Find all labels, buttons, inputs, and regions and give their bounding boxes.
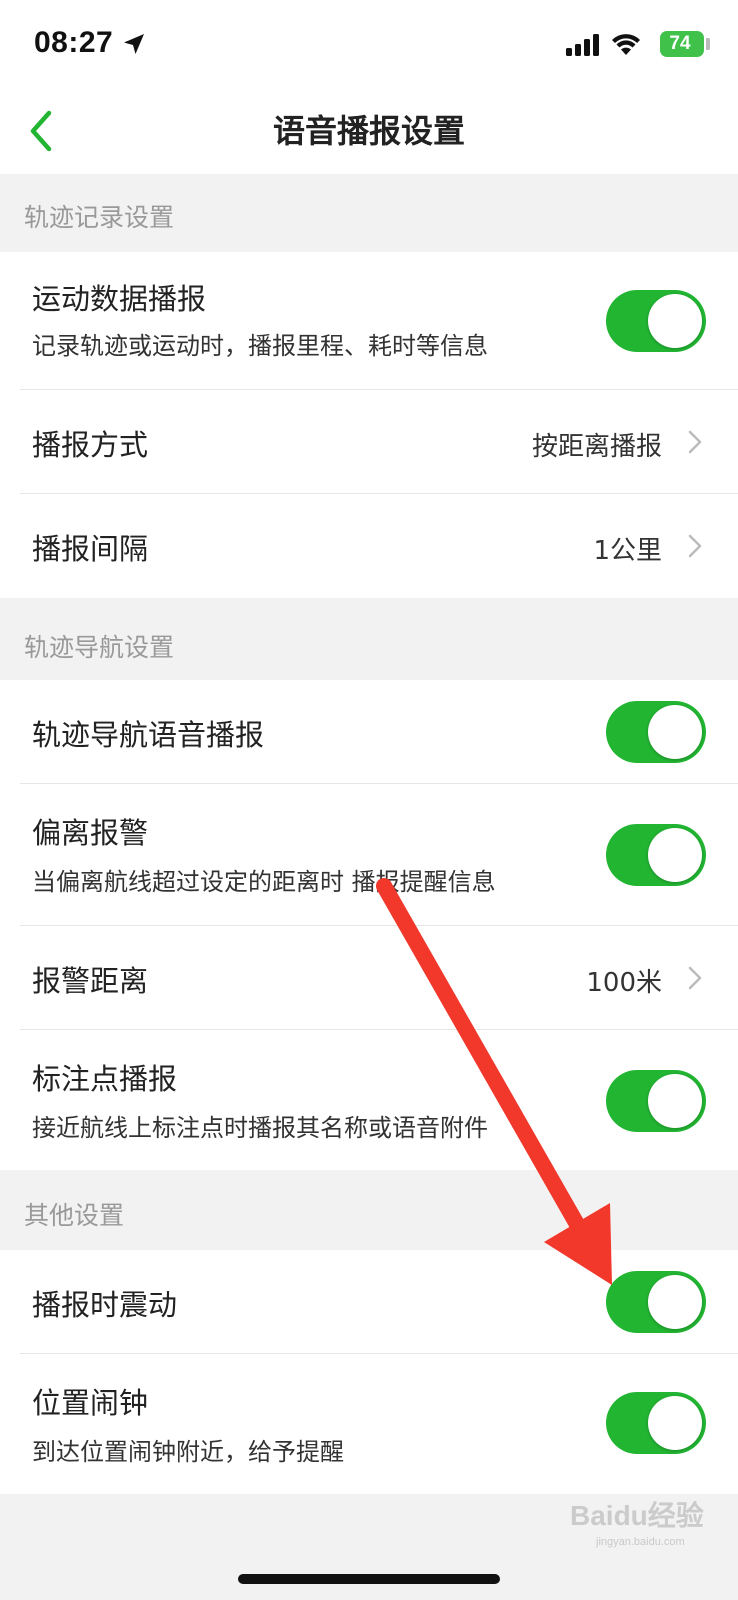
row-title: 位置闹钟 (32, 1386, 149, 1420)
row-subtitle: 接近航线上标注点时播报其名称或语音附件 (32, 1114, 488, 1142)
wifi-icon (612, 34, 640, 55)
toggle-knob (648, 705, 702, 759)
battery-indicator: 74 (660, 31, 704, 57)
battery-tip (706, 38, 710, 50)
section-header-track-navigation: 轨迹导航设置 (0, 598, 738, 680)
row-broadcast-mode[interactable]: 播报方式 按距离播报 (0, 390, 738, 494)
location-arrow-icon (124, 34, 144, 54)
page-title: 语音播报设置 (272, 112, 465, 150)
cellular-signal-icon (566, 34, 599, 56)
broadcast-interval-value: 1公里 (593, 536, 662, 566)
row-subtitle: 到达位置闹钟附近，给予提醒 (32, 1438, 344, 1466)
row-track-nav-voice[interactable]: 轨迹导航语音播报 (0, 680, 738, 784)
row-title: 报警距离 (32, 964, 149, 998)
broadcast-mode-value: 按距离播报 (531, 432, 662, 462)
section-header-track-record: 轨迹记录设置 (0, 174, 738, 252)
section-header-label: 轨迹记录设置 (24, 203, 175, 232)
row-title: 运动数据播报 (32, 282, 207, 316)
row-title: 偏离报警 (32, 816, 149, 850)
status-time: 08:27 (34, 26, 114, 59)
track-nav-voice-toggle[interactable] (606, 701, 706, 763)
toggle-knob (648, 1275, 702, 1329)
row-title: 轨迹导航语音播报 (32, 718, 265, 752)
baidu-watermark-url: jingyan.baidu.com (596, 1536, 685, 1548)
back-chevron-icon[interactable] (26, 108, 56, 154)
vibrate-on-broadcast-toggle[interactable] (606, 1271, 706, 1333)
row-subtitle: 记录轨迹或运动时，播报里程、耗时等信息 (32, 332, 488, 360)
marker-broadcast-toggle[interactable] (606, 1070, 706, 1132)
row-vibrate-on-broadcast[interactable]: 播报时震动 (0, 1250, 738, 1354)
battery-level: 74 (669, 33, 691, 54)
home-indicator[interactable] (238, 1574, 500, 1584)
row-deviation-alarm[interactable]: 偏离报警 当偏离航线超过设定的距离时 播报提醒信息 (0, 784, 738, 926)
chevron-right-icon (688, 430, 702, 454)
nav-bar: 语音播报设置 (0, 88, 738, 174)
row-title: 播报时震动 (32, 1288, 178, 1322)
section-header-label: 轨迹导航设置 (24, 633, 175, 662)
chevron-right-icon (688, 966, 702, 990)
row-title: 标注点播报 (32, 1062, 178, 1096)
row-broadcast-interval[interactable]: 播报间隔 1公里 (0, 494, 738, 598)
row-title: 播报方式 (32, 428, 149, 462)
location-alarm-toggle[interactable] (606, 1392, 706, 1454)
alarm-distance-value: 100米 (586, 968, 662, 998)
toggle-knob (648, 1396, 702, 1450)
row-location-alarm[interactable]: 位置闹钟 到达位置闹钟附近，给予提醒 (0, 1354, 738, 1494)
toggle-knob (648, 294, 702, 348)
section-header-other: 其他设置 (0, 1170, 738, 1250)
row-subtitle: 当偏离航线超过设定的距离时 播报提醒信息 (32, 868, 496, 896)
row-sport-data-broadcast[interactable]: 运动数据播报 记录轨迹或运动时，播报里程、耗时等信息 (0, 252, 738, 390)
row-marker-broadcast[interactable]: 标注点播报 接近航线上标注点时播报其名称或语音附件 (0, 1030, 738, 1170)
toggle-knob (648, 828, 702, 882)
deviation-alarm-toggle[interactable] (606, 824, 706, 886)
toggle-knob (648, 1074, 702, 1128)
chevron-right-icon (688, 534, 702, 558)
sport-data-broadcast-toggle[interactable] (606, 290, 706, 352)
row-alarm-distance[interactable]: 报警距离 100米 (0, 926, 738, 1030)
status-bar: 08:27 74 (0, 0, 738, 88)
section-header-label: 其他设置 (24, 1201, 125, 1230)
row-title: 播报间隔 (32, 532, 149, 566)
baidu-watermark: Baidu经验 (570, 1500, 704, 1531)
